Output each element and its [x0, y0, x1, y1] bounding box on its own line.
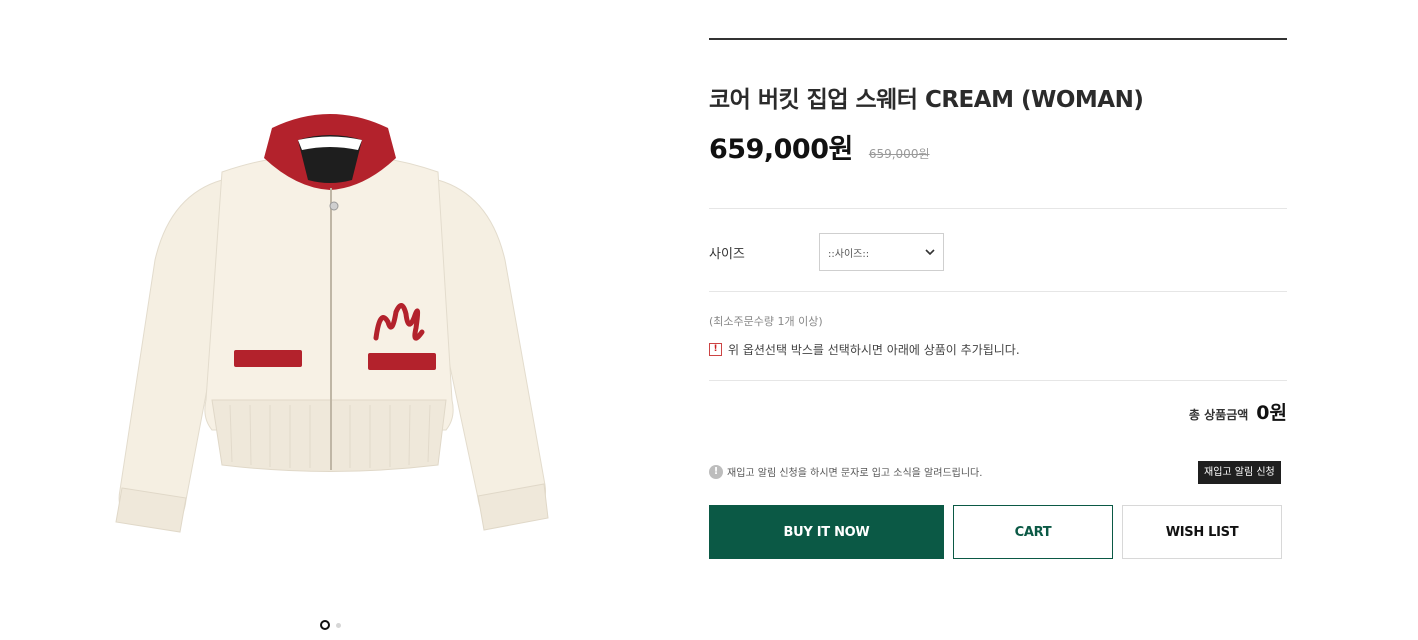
- size-option-label: 사이즈: [709, 247, 745, 262]
- top-divider: [709, 38, 1287, 40]
- carousel-dots: [320, 620, 341, 630]
- total-price-label: 총 상품금액: [1188, 408, 1249, 422]
- carousel-dot-1[interactable]: [320, 620, 330, 630]
- warning-icon: !: [709, 343, 722, 356]
- size-select[interactable]: ::사이즈::: [819, 233, 944, 271]
- product-image: [115, 114, 549, 533]
- product-title: 코어 버킷 집업 스웨터 CREAM (WOMAN): [709, 87, 1144, 113]
- min-order-note: (최소주문수량 1개 이상): [709, 315, 823, 328]
- option-notice-text: 위 옵션선택 박스를 선택하시면 아래에 상품이 추가됩니다.: [728, 343, 1020, 357]
- buy-now-button[interactable]: BUY IT NOW: [709, 505, 944, 559]
- size-select-value: ::사이즈::: [828, 248, 870, 260]
- purchase-actions: BUY IT NOW CART WISH LIST: [709, 505, 1282, 559]
- divider: [709, 291, 1287, 292]
- restock-alert-button[interactable]: 재입고 알림 신청: [1198, 461, 1281, 484]
- option-notice: ! 위 옵션선택 박스를 선택하시면 아래에 상품이 추가됩니다.: [709, 341, 1020, 358]
- total-price: 총 상품금액 0원: [1189, 398, 1287, 425]
- chevron-down-icon: [925, 249, 935, 255]
- restock-notice: ! 재입고 알림 신청을 하시면 문자로 입고 소식을 알려드립니다.: [709, 464, 982, 479]
- original-price: 659,000원: [868, 147, 930, 161]
- divider: [709, 208, 1287, 209]
- restock-notice-text: 재입고 알림 신청을 하시면 문자로 입고 소식을 알려드립니다.: [727, 468, 983, 479]
- product-gallery: [0, 0, 660, 640]
- divider: [709, 380, 1287, 381]
- wish-list-button[interactable]: WISH LIST: [1122, 505, 1282, 559]
- info-icon: !: [709, 464, 723, 479]
- price-row: 659,000원 659,000원: [709, 127, 930, 166]
- add-to-cart-button[interactable]: CART: [953, 505, 1113, 559]
- sale-price: 659,000원: [709, 134, 853, 165]
- total-price-value: 0원: [1256, 402, 1287, 424]
- carousel-dot-2[interactable]: [336, 622, 341, 628]
